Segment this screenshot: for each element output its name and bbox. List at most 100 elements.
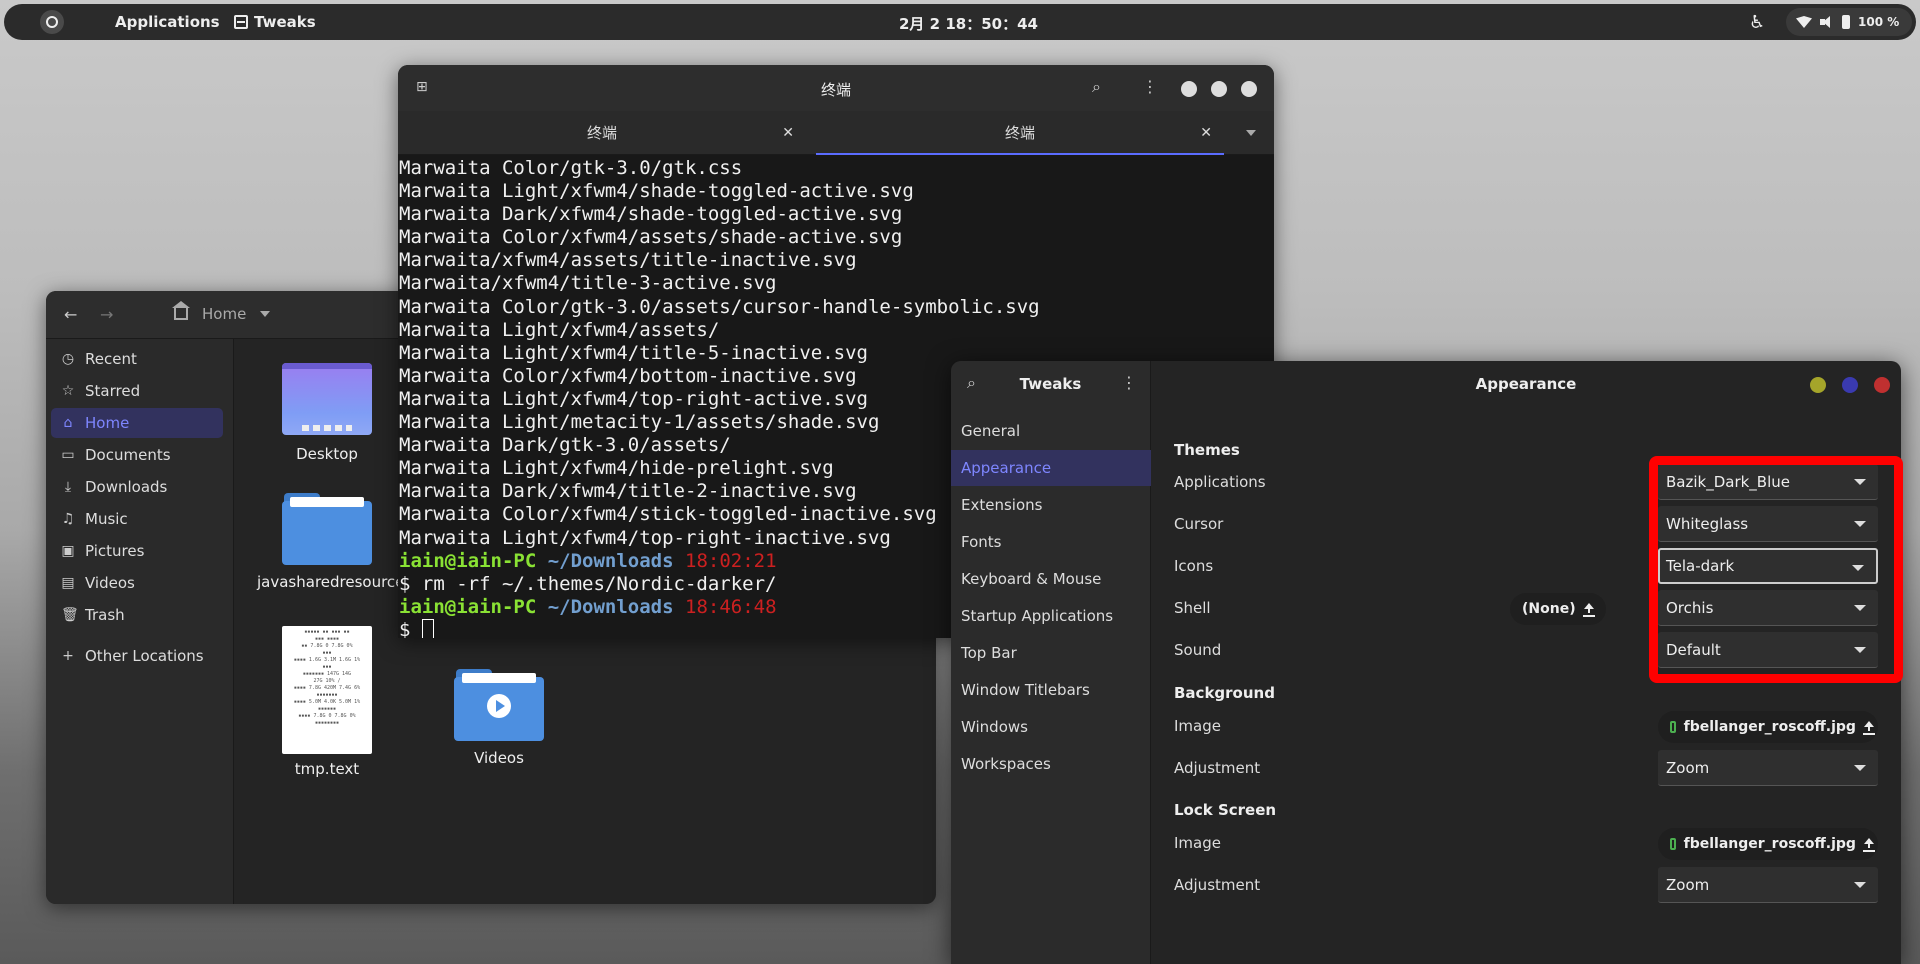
video-icon: ▤ [61, 575, 75, 591]
sidebar-item-documents[interactable]: ▭ Documents [51, 440, 223, 470]
output-line: Marwaita Color/gtk-3.0/assets/cursor-han… [399, 295, 1040, 318]
sidebar-item-label: Home [85, 414, 130, 432]
back-icon[interactable]: ← [64, 305, 77, 324]
sidebar-item-home[interactable]: ⌂ Home [51, 408, 223, 438]
section-background: Background [1174, 684, 1275, 702]
upload-icon [1862, 721, 1875, 735]
output-line: Marwaita Light/xfwm4/shade-toggled-activ… [399, 180, 914, 203]
wifi-icon [1796, 16, 1812, 28]
file-tmp-text[interactable]: ▪▪▪▪▪ ▪▪ ▪▪▪ ▪▪ ▪▪▪ ▪▪▪▪ ▪▪ 7.8G 0 7.8G 0%… [257, 626, 397, 778]
sidebar-item-other-locations[interactable]: + Other Locations [51, 641, 223, 671]
tab-label: 终端 [1004, 124, 1035, 142]
sidebar-item-label: Documents [85, 446, 171, 464]
file-label: Desktop [296, 445, 358, 463]
document-icon: ▭ [61, 447, 75, 463]
prompt-time: 18:02:21 [685, 549, 777, 572]
download-icon: ⤓ [64, 479, 72, 495]
minimize-button[interactable] [1810, 377, 1826, 393]
minimize-button[interactable] [1181, 81, 1197, 97]
file-videos[interactable]: Videos [429, 669, 569, 767]
sidebar-item-starred[interactable]: ☆ Starred [51, 376, 223, 406]
file-label: Videos [474, 749, 524, 767]
upload-icon [1862, 838, 1875, 852]
sidebar-item-window-titlebars[interactable]: Window Titlebars [951, 672, 1151, 708]
dropdown-value: Zoom [1666, 876, 1710, 894]
path-bar[interactable]: Home [172, 301, 271, 323]
sidebar-item-workspaces[interactable]: Workspaces [951, 746, 1151, 782]
lock-adjustment-dropdown[interactable]: Zoom [1658, 867, 1878, 903]
search-icon[interactable]: ⌕ [1092, 77, 1101, 97]
close-icon[interactable]: ✕ [782, 111, 794, 155]
image-icon [1670, 721, 1676, 733]
sidebar-item-appearance[interactable]: Appearance [951, 450, 1151, 486]
sidebar-item-label: Other Locations [85, 647, 204, 665]
sidebar-item-fonts[interactable]: Fonts [951, 524, 1151, 560]
home-icon [172, 301, 190, 320]
file-javasharedresources[interactable]: javasharedresources [257, 493, 412, 591]
sidebar-item-startup-applications[interactable]: Startup Applications [951, 598, 1151, 634]
close-button[interactable] [1874, 377, 1890, 393]
output-line: Marwaita Color/gtk-3.0/gtk.css [399, 157, 743, 179]
sidebar-item-trash[interactable]: 🗑 Trash [51, 600, 223, 630]
sidebar-item-general[interactable]: General [951, 413, 1151, 449]
activities-icon [46, 16, 58, 28]
clock[interactable]: 2月 2 18：50：44 [899, 13, 1038, 34]
sidebar-item-music[interactable]: ♫ Music [51, 504, 223, 534]
accessibility-icon[interactable]: ♿ [1749, 12, 1765, 33]
prompt-dir: ~/Downloads [547, 549, 674, 572]
maximize-button[interactable] [1842, 377, 1858, 393]
image-icon [1670, 838, 1676, 850]
sidebar-item-extensions[interactable]: Extensions [951, 487, 1151, 523]
sidebar-item-label: Music [85, 510, 128, 528]
page-title: Appearance [1475, 375, 1577, 393]
close-icon[interactable]: ✕ [1200, 111, 1212, 155]
music-icon: ♫ [61, 511, 75, 527]
desktop-folder-icon [282, 363, 372, 435]
menu-icon[interactable]: ⋮ [1142, 77, 1158, 96]
background-adjustment-label: Adjustment [1174, 759, 1261, 777]
text-cursor [421, 618, 434, 638]
lock-image-value: fbellanger_roscoff.jpg [1683, 836, 1856, 852]
applications-menu[interactable]: Applications [115, 13, 220, 31]
sidebar-item-windows[interactable]: Windows [951, 709, 1151, 745]
prompt-user: iain@iain-PC [399, 549, 537, 572]
lock-adjustment-label: Adjustment [1174, 876, 1261, 894]
sidebar-item-downloads[interactable]: ⤓ Downloads [51, 472, 223, 502]
applications-label: Applications [1174, 473, 1266, 491]
maximize-button[interactable] [1211, 81, 1227, 97]
activities-button[interactable] [40, 10, 64, 34]
sidebar-item-keyboard-mouse[interactable]: Keyboard & Mouse [951, 561, 1151, 597]
menu-icon[interactable]: ⋮ [1121, 373, 1137, 392]
shell-none-button[interactable]: (None) [1510, 593, 1606, 625]
sidebar-item-videos[interactable]: ▤ Videos [51, 568, 223, 598]
sidebar-item-top-bar[interactable]: Top Bar [951, 635, 1151, 671]
plus-icon: + [62, 648, 74, 664]
file-label: javasharedresources [257, 573, 413, 591]
prompt-dir: ~/Downloads [547, 595, 674, 618]
chevron-down-icon[interactable] [260, 311, 271, 317]
sidebar-item-recent[interactable]: ◷ Recent [51, 344, 223, 374]
chevron-down-icon [1854, 882, 1866, 888]
terminal-tab-2[interactable]: 终端 ✕ [816, 111, 1224, 155]
sidebar-item-pictures[interactable]: ▣ Pictures [51, 536, 223, 566]
chevron-down-icon[interactable] [1246, 130, 1256, 136]
system-status-menu[interactable]: 100 % [1786, 8, 1912, 36]
terminal-tab-1[interactable]: 终端 ✕ [398, 111, 806, 155]
sidebar-item-label: Trash [85, 606, 125, 624]
sidebar-item-label: Downloads [85, 478, 168, 496]
volume-icon [1820, 16, 1834, 28]
file-desktop[interactable]: Desktop [257, 363, 397, 463]
background-adjustment-dropdown[interactable]: Zoom [1658, 750, 1878, 786]
home-icon: ⌂ [63, 415, 73, 431]
forward-icon[interactable]: → [100, 305, 113, 324]
lock-image-label: Image [1174, 834, 1221, 852]
lock-image-button[interactable]: fbellanger_roscoff.jpg [1658, 828, 1878, 860]
close-button[interactable] [1241, 81, 1257, 97]
text-file-thumbnail-icon: ▪▪▪▪▪ ▪▪ ▪▪▪ ▪▪ ▪▪▪ ▪▪▪▪ ▪▪ 7.8G 0 7.8G 0%… [282, 626, 372, 754]
active-app-menu[interactable]: Tweaks [234, 13, 316, 31]
tweaks-sidebar-header: ⌕ Tweaks ⋮ [951, 361, 1150, 407]
output-line: Marwaita/xfwm4/assets/title-inactive.svg [399, 249, 857, 272]
background-image-button[interactable]: fbellanger_roscoff.jpg [1658, 711, 1878, 743]
active-app-label: Tweaks [254, 13, 316, 31]
background-image-value: fbellanger_roscoff.jpg [1683, 719, 1856, 735]
